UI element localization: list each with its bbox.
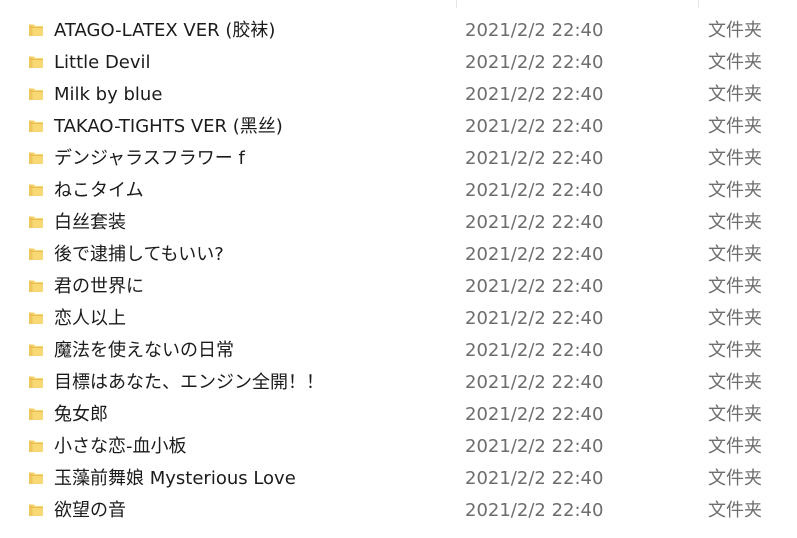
file-row[interactable]: 君の世界に 2021/2/2 22:40 文件夹 <box>0 271 797 303</box>
folder-icon <box>28 375 44 389</box>
file-type: 文件夹 <box>708 212 762 233</box>
folder-icon <box>28 215 44 229</box>
file-row[interactable]: Little Devil 2021/2/2 22:40 文件夹 <box>0 47 797 79</box>
file-name: 君の世界に <box>54 276 144 297</box>
file-name: 後で逮捕してもいい? <box>54 244 224 265</box>
file-type: 文件夹 <box>708 276 762 297</box>
file-modified-date: 2021/2/2 22:40 <box>465 212 604 233</box>
file-row[interactable]: 欲望の音 2021/2/2 22:40 文件夹 <box>0 495 797 527</box>
file-type: 文件夹 <box>708 500 762 521</box>
file-modified-date: 2021/2/2 22:40 <box>465 308 604 329</box>
file-name: 白丝套装 <box>54 212 126 233</box>
file-modified-date: 2021/2/2 22:40 <box>465 20 604 41</box>
file-modified-date: 2021/2/2 22:40 <box>465 244 604 265</box>
folder-icon <box>28 311 44 325</box>
file-row[interactable]: TAKAO-TIGHTS VER (黑丝) 2021/2/2 22:40 文件夹 <box>0 111 797 143</box>
folder-icon <box>28 55 44 69</box>
file-row[interactable]: 後で逮捕してもいい? 2021/2/2 22:40 文件夹 <box>0 239 797 271</box>
file-name: Little Devil <box>54 52 151 73</box>
file-type: 文件夹 <box>708 52 762 73</box>
file-type: 文件夹 <box>708 116 762 137</box>
file-row[interactable]: 小さな恋-血小板 2021/2/2 22:40 文件夹 <box>0 431 797 463</box>
file-type: 文件夹 <box>708 468 762 489</box>
file-row[interactable]: 兔女郎 2021/2/2 22:40 文件夹 <box>0 399 797 431</box>
file-row[interactable]: 恋人以上 2021/2/2 22:40 文件夹 <box>0 303 797 335</box>
folder-icon <box>28 23 44 37</box>
file-row[interactable]: Milk by blue 2021/2/2 22:40 文件夹 <box>0 79 797 111</box>
file-name: 兔女郎 <box>54 404 108 425</box>
file-row[interactable]: 玉藻前舞娘 Mysterious Love 2021/2/2 22:40 文件夹 <box>0 463 797 495</box>
file-name: 魔法を使えないの日常 <box>54 340 234 361</box>
file-name: 欲望の音 <box>54 500 126 521</box>
column-divider-type[interactable] <box>698 0 699 8</box>
file-modified-date: 2021/2/2 22:40 <box>465 500 604 521</box>
column-divider-date[interactable] <box>456 0 457 8</box>
file-row[interactable]: デンジャラスフラワー f 2021/2/2 22:40 文件夹 <box>0 143 797 175</box>
file-modified-date: 2021/2/2 22:40 <box>465 468 604 489</box>
folder-icon <box>28 279 44 293</box>
file-name: 目標はあなた、エンジン全開！！ <box>54 372 324 393</box>
file-modified-date: 2021/2/2 22:40 <box>465 84 604 105</box>
file-name: ATAGO-LATEX VER (胶袜) <box>54 20 276 41</box>
file-row[interactable]: ATAGO-LATEX VER (胶袜) 2021/2/2 22:40 文件夹 <box>0 15 797 47</box>
file-type: 文件夹 <box>708 436 762 457</box>
file-type: 文件夹 <box>708 244 762 265</box>
folder-icon <box>28 343 44 357</box>
file-name: TAKAO-TIGHTS VER (黑丝) <box>54 116 283 137</box>
file-modified-date: 2021/2/2 22:40 <box>465 148 604 169</box>
file-row[interactable]: 白丝套装 2021/2/2 22:40 文件夹 <box>0 207 797 239</box>
file-modified-date: 2021/2/2 22:40 <box>465 436 604 457</box>
file-type: 文件夹 <box>708 308 762 329</box>
file-modified-date: 2021/2/2 22:40 <box>465 52 604 73</box>
file-name: 恋人以上 <box>54 308 126 329</box>
folder-icon <box>28 503 44 517</box>
file-name: 玉藻前舞娘 Mysterious Love <box>54 468 296 489</box>
file-modified-date: 2021/2/2 22:40 <box>465 180 604 201</box>
file-name: 小さな恋-血小板 <box>54 436 187 457</box>
folder-icon <box>28 87 44 101</box>
file-modified-date: 2021/2/2 22:40 <box>465 116 604 137</box>
file-type: 文件夹 <box>708 404 762 425</box>
file-row[interactable]: 魔法を使えないの日常 2021/2/2 22:40 文件夹 <box>0 335 797 367</box>
file-type: 文件夹 <box>708 180 762 201</box>
file-type: 文件夹 <box>708 84 762 105</box>
file-row[interactable]: 目標はあなた、エンジン全開！！ 2021/2/2 22:40 文件夹 <box>0 367 797 399</box>
file-type: 文件夹 <box>708 372 762 393</box>
folder-icon <box>28 407 44 421</box>
file-type: 文件夹 <box>708 148 762 169</box>
file-row[interactable]: ねこタイム 2021/2/2 22:40 文件夹 <box>0 175 797 207</box>
file-modified-date: 2021/2/2 22:40 <box>465 340 604 361</box>
folder-icon <box>28 183 44 197</box>
file-type: 文件夹 <box>708 340 762 361</box>
file-name: ねこタイム <box>54 180 144 201</box>
folder-icon <box>28 439 44 453</box>
folder-icon <box>28 247 44 261</box>
file-list: ATAGO-LATEX VER (胶袜) 2021/2/2 22:40 文件夹 Lit… <box>0 15 797 527</box>
file-modified-date: 2021/2/2 22:40 <box>465 372 604 393</box>
file-name: Milk by blue <box>54 84 163 105</box>
file-modified-date: 2021/2/2 22:40 <box>465 404 604 425</box>
folder-icon <box>28 471 44 485</box>
file-name: デンジャラスフラワー f <box>54 148 245 169</box>
file-modified-date: 2021/2/2 22:40 <box>465 276 604 297</box>
folder-icon <box>28 119 44 133</box>
folder-icon <box>28 151 44 165</box>
file-type: 文件夹 <box>708 20 762 41</box>
